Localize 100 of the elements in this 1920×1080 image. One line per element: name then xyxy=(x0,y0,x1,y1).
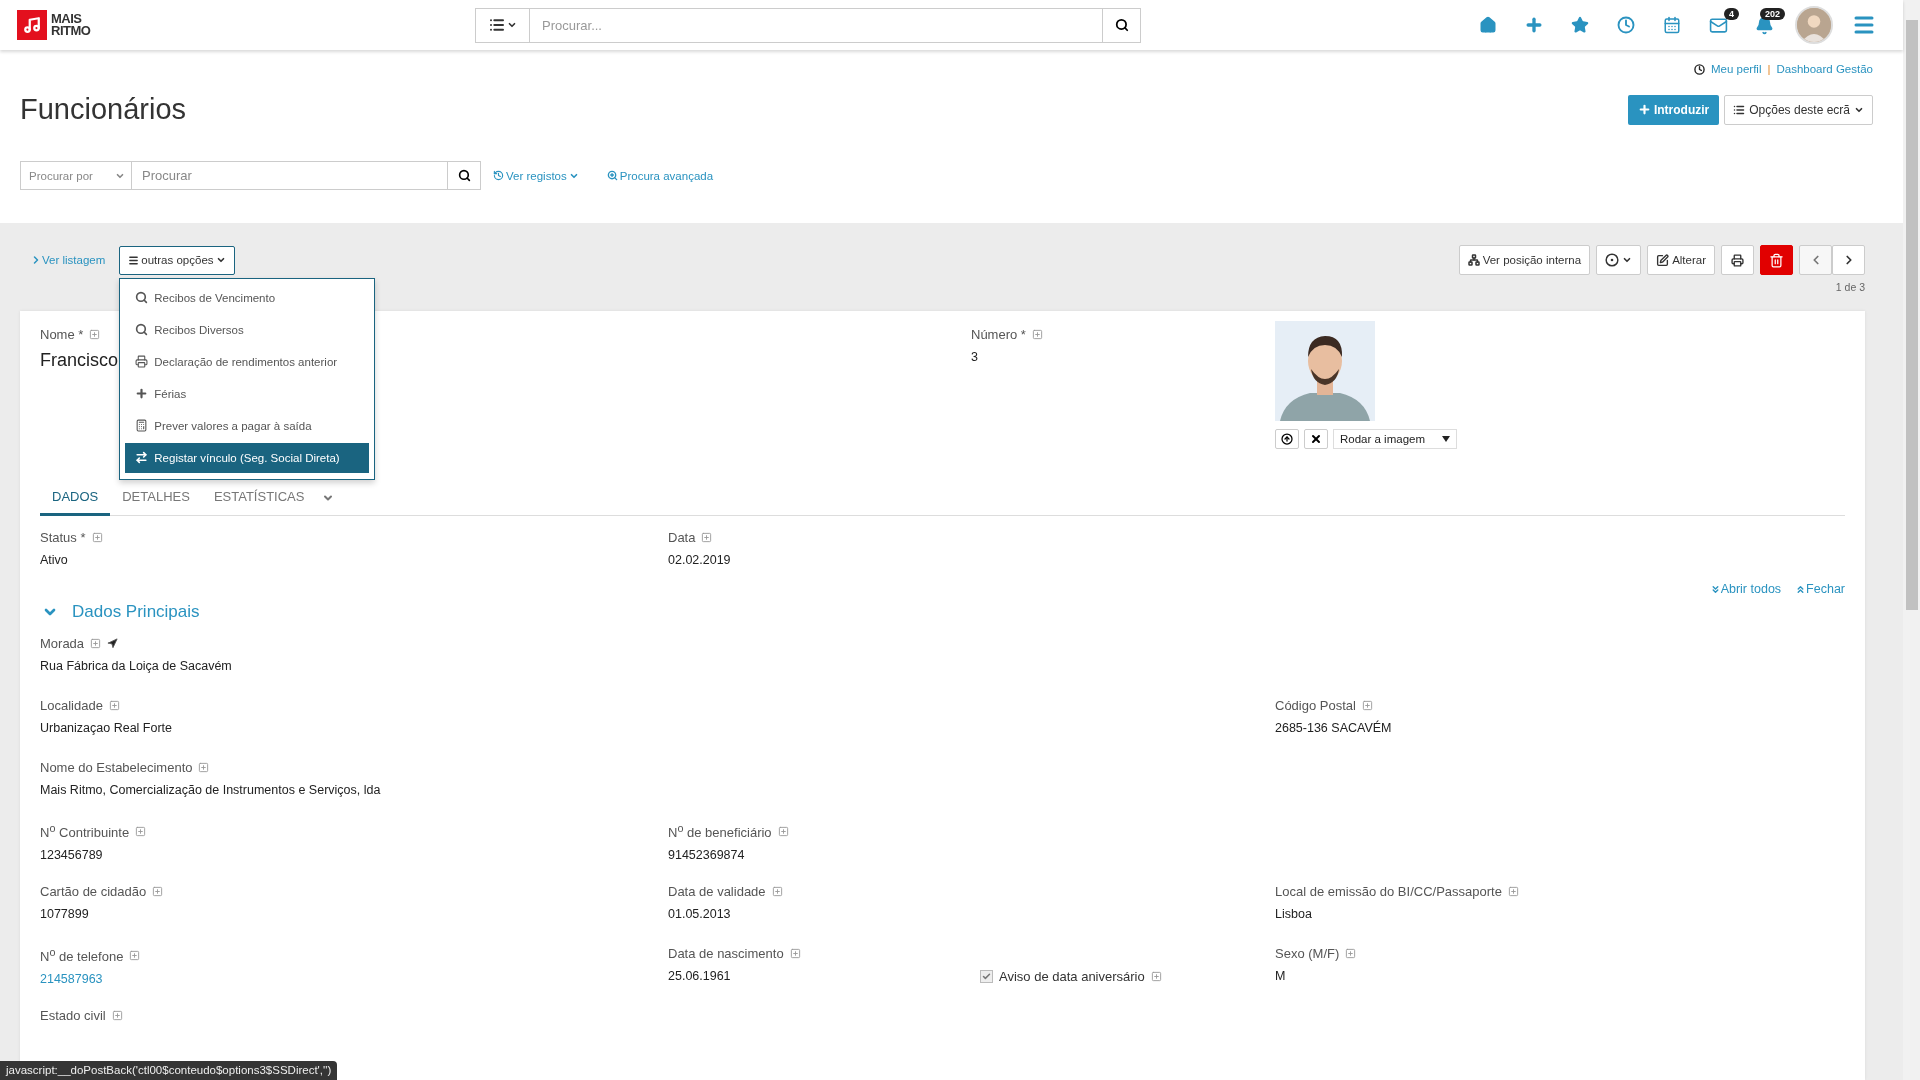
field-value: M xyxy=(1275,969,1287,983)
zoom-icon xyxy=(606,170,618,181)
search-icon xyxy=(135,291,149,304)
plus-square-icon[interactable] xyxy=(108,700,120,711)
profile-link[interactable]: Meu perfil xyxy=(1710,63,1762,75)
advanced-search-link[interactable]: Procura avançada xyxy=(606,169,714,182)
caret-icon xyxy=(215,255,226,265)
next-button[interactable] xyxy=(1832,245,1865,275)
delete-button[interactable] xyxy=(1760,245,1793,275)
field-value: 2685-136 SACAVÉM xyxy=(1275,721,1393,735)
more-options-button[interactable]: outras opções xyxy=(119,245,235,275)
printer-icon xyxy=(135,355,149,368)
menu-item[interactable]: Declaração de rendimentos anterior xyxy=(125,346,370,377)
expand-all-link[interactable]: Abrir todos xyxy=(1709,582,1782,596)
scrollbar-thumb[interactable] xyxy=(1905,20,1918,610)
avatar[interactable] xyxy=(1795,6,1833,44)
search-icon xyxy=(1114,18,1129,32)
plus-square-icon[interactable] xyxy=(1507,886,1519,897)
internal-position-button[interactable]: Ver posição interna xyxy=(1458,245,1591,275)
count-badge: 4 xyxy=(1724,8,1739,20)
rotate-image-select[interactable]: Rodar a imagem xyxy=(1333,429,1457,449)
view-records-link[interactable]: Ver registos xyxy=(493,169,579,182)
clock-icon xyxy=(1693,63,1705,75)
dashboard-link[interactable]: Dashboard Gestão xyxy=(1776,63,1873,75)
menu-item[interactable]: Férias xyxy=(125,378,370,409)
add-button[interactable]: Introduzir xyxy=(1627,94,1720,125)
target-icon xyxy=(1605,253,1620,267)
list-icon xyxy=(1733,103,1746,116)
location-arrow-icon[interactable] xyxy=(107,638,119,649)
plus-square-icon[interactable] xyxy=(1150,971,1162,982)
collapse-link[interactable]: Fechar xyxy=(1795,582,1845,596)
plus-square-icon[interactable] xyxy=(152,886,164,897)
employee-name: Francisco xyxy=(40,350,119,371)
search-button[interactable] xyxy=(448,161,481,190)
field-value: Ativo xyxy=(40,553,69,567)
section-header[interactable]: Dados Principais xyxy=(40,602,200,622)
plus-square-icon[interactable] xyxy=(89,329,101,340)
tab[interactable]: DADOS xyxy=(40,481,111,516)
logo-icon xyxy=(17,10,47,40)
history-icon xyxy=(493,170,504,181)
plus-icon xyxy=(1524,15,1544,35)
plus-square-icon[interactable] xyxy=(789,948,801,959)
target-button[interactable] xyxy=(1596,245,1642,275)
menu-icon xyxy=(128,254,140,266)
logo-text: MAIS RITMO xyxy=(51,13,91,37)
printer-icon xyxy=(1731,253,1744,267)
checkbox[interactable] xyxy=(980,970,993,983)
plus-icon xyxy=(1637,103,1651,116)
field-label: Código Postal xyxy=(1275,698,1356,713)
checkbox-label: Aviso de data aniversário xyxy=(999,969,1145,984)
plus-square-icon[interactable] xyxy=(198,762,210,773)
field-label: Estado civil xyxy=(40,1008,106,1023)
menu-item[interactable]: Prever valores a pagar à saída xyxy=(125,410,370,441)
field-label: Cartão de cidadão xyxy=(40,884,147,899)
plus-square-icon[interactable] xyxy=(91,532,103,543)
menu-item[interactable]: Recibos Diversos xyxy=(125,314,370,345)
field-value: 02.02.2019 xyxy=(668,553,732,567)
plus-square-icon[interactable] xyxy=(701,532,713,543)
screen-options-button[interactable]: Opções deste ecrã xyxy=(1724,94,1873,125)
plus-square-icon[interactable] xyxy=(771,886,783,897)
menu-item[interactable]: Registar vínculo (Seg. Social Direta) xyxy=(125,442,370,473)
plus-icon xyxy=(135,387,149,400)
field-label: Sexo (M/F) xyxy=(1275,946,1340,961)
plus-square-icon[interactable] xyxy=(1345,948,1357,959)
page-title: Funcionários xyxy=(20,93,187,126)
search-by-select[interactable]: Procurar por xyxy=(20,161,132,190)
edit-button[interactable]: Alterar xyxy=(1647,245,1715,275)
plus-square-icon[interactable] xyxy=(1031,329,1043,340)
field-label: Nome do Estabelecimento xyxy=(40,760,193,775)
search-input[interactable]: Procurar xyxy=(132,161,448,190)
plus-square-icon[interactable] xyxy=(1361,700,1373,711)
field-label: N$^{o}$ Contribuinte xyxy=(40,822,130,841)
search-field[interactable]: Procurar... xyxy=(475,7,1141,43)
print-button[interactable] xyxy=(1721,245,1754,275)
link-separator: | xyxy=(1767,63,1771,75)
exchange-icon xyxy=(135,451,149,464)
plus-square-icon[interactable] xyxy=(777,825,789,837)
mail-nav-button[interactable]: 4 xyxy=(1695,5,1741,45)
plus-square-icon[interactable] xyxy=(90,638,102,649)
field-label: Localidade xyxy=(40,698,103,713)
previous-button[interactable] xyxy=(1799,245,1832,275)
close-icon xyxy=(1310,433,1322,445)
plus-square-icon[interactable] xyxy=(129,949,141,961)
field-label: Data de validade xyxy=(668,884,766,899)
tab[interactable]: DETALHES xyxy=(110,481,202,516)
edit-icon xyxy=(1656,253,1670,267)
upload-button[interactable] xyxy=(1275,429,1299,449)
plus-square-icon[interactable] xyxy=(135,825,147,837)
plus-square-icon[interactable] xyxy=(111,1010,123,1021)
field-label: Nome * xyxy=(40,327,84,342)
menu-item[interactable]: Recibos de Vencimento xyxy=(125,282,370,313)
field-value: 91452369874 xyxy=(668,848,746,863)
star-icon xyxy=(1571,16,1589,34)
list-icon xyxy=(488,17,505,33)
check-icon xyxy=(982,972,991,981)
tab[interactable]: ESTATÍSTICAS xyxy=(201,481,317,516)
bell-nav-button[interactable]: 202 xyxy=(1741,5,1787,45)
field-value: Urbanizaçao Real Forte xyxy=(40,721,173,735)
phone-link[interactable]: 214587963 xyxy=(40,972,103,987)
remove-button[interactable] xyxy=(1304,429,1328,449)
